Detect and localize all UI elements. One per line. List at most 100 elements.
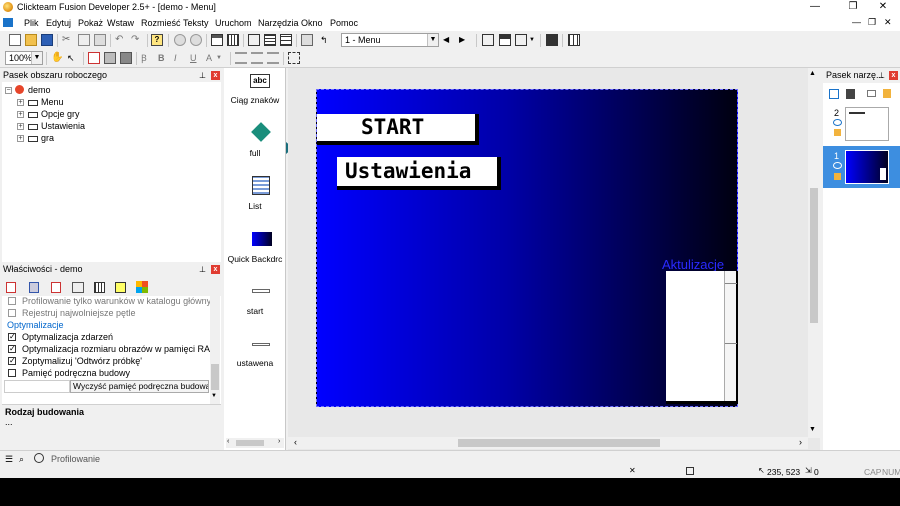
back-icon[interactable] <box>174 34 186 46</box>
menu-edit[interactable]: Edytuj <box>46 18 71 28</box>
frame-canvas[interactable]: START Ustawienia Aktulizacje <box>316 89 738 407</box>
menu-run[interactable]: Uruchom <box>215 18 252 28</box>
run-frame-icon[interactable]: ↰ <box>320 34 332 46</box>
layer-row-2[interactable]: 2 <box>823 105 900 143</box>
pin-icon[interactable]: ⊥ <box>198 71 207 80</box>
object-label-ustawena[interactable]: ustawena <box>224 358 286 368</box>
settings-tab-icon[interactable] <box>6 282 16 293</box>
values-tab-icon[interactable] <box>72 282 84 293</box>
picture-icon[interactable] <box>88 52 100 64</box>
eye-icon[interactable] <box>833 162 842 169</box>
chevron-down-icon[interactable]: ▼ <box>211 393 217 399</box>
sort-icon[interactable]: ☰ <box>5 454 13 465</box>
diamond-icon[interactable] <box>251 122 271 142</box>
scrollbar-thumb[interactable] <box>810 188 818 323</box>
close-panel-icon[interactable]: x <box>211 71 220 80</box>
grid-tab-icon[interactable] <box>94 282 105 293</box>
undo-icon[interactable]: ↶ <box>115 34 127 46</box>
editor-vertical-scrollbar[interactable]: ▲ ▼ <box>808 68 820 438</box>
profiling-tab[interactable]: Profilowanie <box>51 454 100 464</box>
document-icon[interactable] <box>3 18 13 27</box>
tree-frame-opcje-gry[interactable]: Opcje gry <box>41 109 80 119</box>
storyboard-icon[interactable] <box>211 34 223 46</box>
new-file-icon[interactable] <box>9 34 21 46</box>
prop-row-build-cache[interactable]: Pamięć podręczna budowy <box>2 368 210 380</box>
chevron-down-icon[interactable]: ▼ <box>31 52 42 64</box>
open-folder-icon[interactable] <box>25 34 37 46</box>
menu-help[interactable]: Pomoc <box>330 18 358 28</box>
window-tab-icon[interactable] <box>29 282 39 293</box>
menu-view[interactable]: Pokaż <box>78 18 103 28</box>
list-object[interactable] <box>666 271 738 404</box>
bold-icon[interactable]: B <box>158 52 170 64</box>
chevron-down-icon[interactable]: ▼ <box>427 34 438 46</box>
close-button[interactable]: ✕ <box>866 0 900 15</box>
menu-file[interactable]: Plik <box>24 18 39 28</box>
object-label-list[interactable]: List <box>224 201 286 211</box>
pin-icon[interactable]: ⊥ <box>877 71 886 80</box>
small-button-icon[interactable] <box>252 343 270 346</box>
search-icon[interactable]: ⌕ <box>19 454 24 465</box>
grid-icon[interactable] <box>515 34 527 46</box>
minimize-button[interactable]: — <box>798 0 832 15</box>
scrollbar-thumb[interactable] <box>211 364 219 390</box>
scrollbar-thumb[interactable] <box>236 440 264 446</box>
prop-row-optimize-play-sample[interactable]: ✓ Zoptymalizuj 'Odtwórz próbkę' <box>2 356 210 368</box>
expand-icon[interactable]: + <box>17 135 24 142</box>
checkbox-checked[interactable]: ✓ <box>8 357 16 365</box>
delete-layer-icon[interactable] <box>846 89 855 99</box>
properties-scrollbar[interactable]: ▼ <box>210 296 220 404</box>
menu-window[interactable]: Okno <box>301 18 323 28</box>
chevron-down-icon[interactable]: ▼ <box>809 426 816 433</box>
properties-icon[interactable] <box>301 34 313 46</box>
frame-select[interactable]: 1 - Menu ▼ <box>341 33 439 47</box>
forward-icon[interactable] <box>190 34 202 46</box>
align-left-icon[interactable] <box>235 52 247 64</box>
lock-icon[interactable] <box>883 89 891 98</box>
lock-icon[interactable] <box>834 129 841 136</box>
small-button-icon[interactable] <box>252 289 270 293</box>
mdi-close-icon[interactable]: ✕ <box>884 17 892 28</box>
backdrop-icon[interactable] <box>252 232 272 246</box>
object-label-start[interactable]: start <box>224 306 286 316</box>
eye-icon[interactable] <box>833 119 842 126</box>
save-icon[interactable] <box>41 34 53 46</box>
prop-row-optimize-events[interactable]: ✓ Optymalizacja zdarzeń <box>2 332 210 344</box>
selection-frame-icon[interactable] <box>288 52 300 64</box>
string-icon[interactable]: abc <box>250 74 270 88</box>
chevron-right-icon[interactable]: › <box>278 438 280 445</box>
ustawienia-button-object[interactable]: Ustawienia <box>337 157 501 190</box>
layer-row-1-selected[interactable]: 1 <box>823 146 900 188</box>
hand-icon[interactable]: ✋ <box>51 52 63 64</box>
object-label-full[interactable]: full <box>224 148 286 158</box>
checkbox-checked[interactable]: ✓ <box>8 345 16 353</box>
tree-frame-menu[interactable]: Menu <box>41 97 64 107</box>
lock-icon[interactable] <box>834 173 841 180</box>
checkbox-checked[interactable]: ✓ <box>8 333 16 341</box>
previous-frame-icon[interactable]: ◀ <box>443 34 455 46</box>
layers-icon[interactable] <box>120 52 132 64</box>
align-center-icon[interactable] <box>251 52 263 64</box>
editor-horizontal-scrollbar[interactable]: ‹ › <box>288 437 808 449</box>
prop-row-optimize-images[interactable]: ✓ Optymalizacja rozmiaru obrazów w pamię… <box>2 344 218 356</box>
about-tab-icon[interactable] <box>115 282 126 293</box>
cursor-icon[interactable]: ↖ <box>67 52 79 64</box>
paste-icon[interactable] <box>94 34 106 46</box>
fill-icon[interactable] <box>104 52 116 64</box>
clear-build-cache-button[interactable]: Wyczyść pamięć podręczna budowania <box>70 380 209 393</box>
checkbox[interactable] <box>8 309 16 317</box>
data-elements-icon[interactable] <box>280 34 292 46</box>
close-panel-icon[interactable]: x <box>889 71 898 80</box>
expand-icon[interactable]: + <box>17 99 24 106</box>
windows-tab-icon[interactable] <box>136 281 148 293</box>
menu-tools[interactable]: Narzędzia <box>258 18 299 28</box>
chevron-left-icon[interactable]: ‹ <box>294 437 297 447</box>
runtime-tab-icon[interactable] <box>51 282 61 293</box>
event-editor-icon[interactable] <box>248 34 260 46</box>
underline-icon[interactable]: U <box>190 52 202 64</box>
chevron-right-icon[interactable]: › <box>799 437 802 447</box>
checkbox[interactable] <box>8 297 16 305</box>
tree-root-demo[interactable]: demo <box>28 85 51 95</box>
aktualizacje-text-object[interactable]: Aktulizacje <box>662 257 724 272</box>
window-icon[interactable] <box>499 34 511 46</box>
